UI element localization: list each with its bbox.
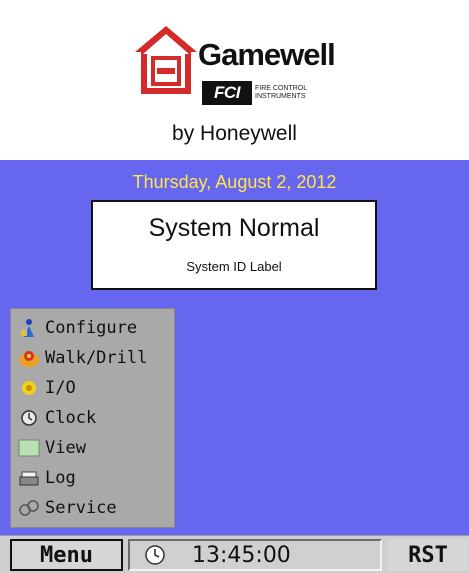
clock-icon (145, 545, 165, 565)
view-icon (15, 438, 43, 458)
byline: by Honeywell (172, 122, 297, 145)
status-box: System Normal System ID Label (91, 200, 377, 290)
fci-logo: FCI FIRE CONTROL INSTRUMENTS (202, 80, 319, 106)
clock-icon (15, 408, 43, 428)
header: Gamewell FCI FIRE CONTROL INSTRUMENTS by… (0, 0, 469, 160)
menu-item-label: I/O (45, 377, 76, 398)
menu-item-walk-drill[interactable]: Walk/Drill (11, 343, 174, 372)
reset-button[interactable]: RST (388, 539, 468, 571)
taskbar: Menu 13:45:00 RST (0, 535, 469, 573)
main-panel: Thursday, August 2, 2012 System Normal S… (0, 160, 469, 535)
brand-name: Gamewell (198, 37, 336, 72)
menu-item-service[interactable]: Service (11, 493, 174, 522)
start-menu: Configure Walk/Drill I/O Clock View Log … (10, 308, 175, 528)
menu-item-label: View (45, 437, 86, 458)
menu-item-label: Configure (45, 317, 138, 338)
menu-item-clock[interactable]: Clock (11, 403, 174, 432)
fci-badge: FCI (202, 81, 252, 105)
menu-item-log[interactable]: Log (11, 463, 174, 492)
fci-text: FIRE CONTROL INSTRUMENTS (255, 85, 307, 100)
service-icon (15, 498, 43, 518)
taskbar-clock[interactable]: 13:45:00 (128, 539, 382, 571)
menu-item-label: Clock (45, 407, 97, 428)
menu-item-configure[interactable]: Configure (11, 313, 174, 342)
menu-item-label: Walk/Drill (45, 347, 148, 368)
menu-item-label: Log (45, 467, 76, 488)
gamewell-logo-icon (135, 26, 197, 94)
system-id-label: System ID Label (186, 259, 282, 274)
clock-time: 13:45:00 (192, 542, 291, 568)
io-icon (15, 378, 43, 398)
system-status: System Normal (148, 214, 320, 242)
walk-drill-icon (15, 348, 43, 368)
menu-item-io[interactable]: I/O (11, 373, 174, 402)
configure-icon (15, 318, 43, 338)
date-display: Thursday, August 2, 2012 (132, 172, 337, 192)
menu-button[interactable]: Menu (10, 539, 123, 571)
log-icon (15, 468, 43, 488)
menu-item-label: Service (45, 497, 117, 518)
menu-item-view[interactable]: View (11, 433, 174, 462)
